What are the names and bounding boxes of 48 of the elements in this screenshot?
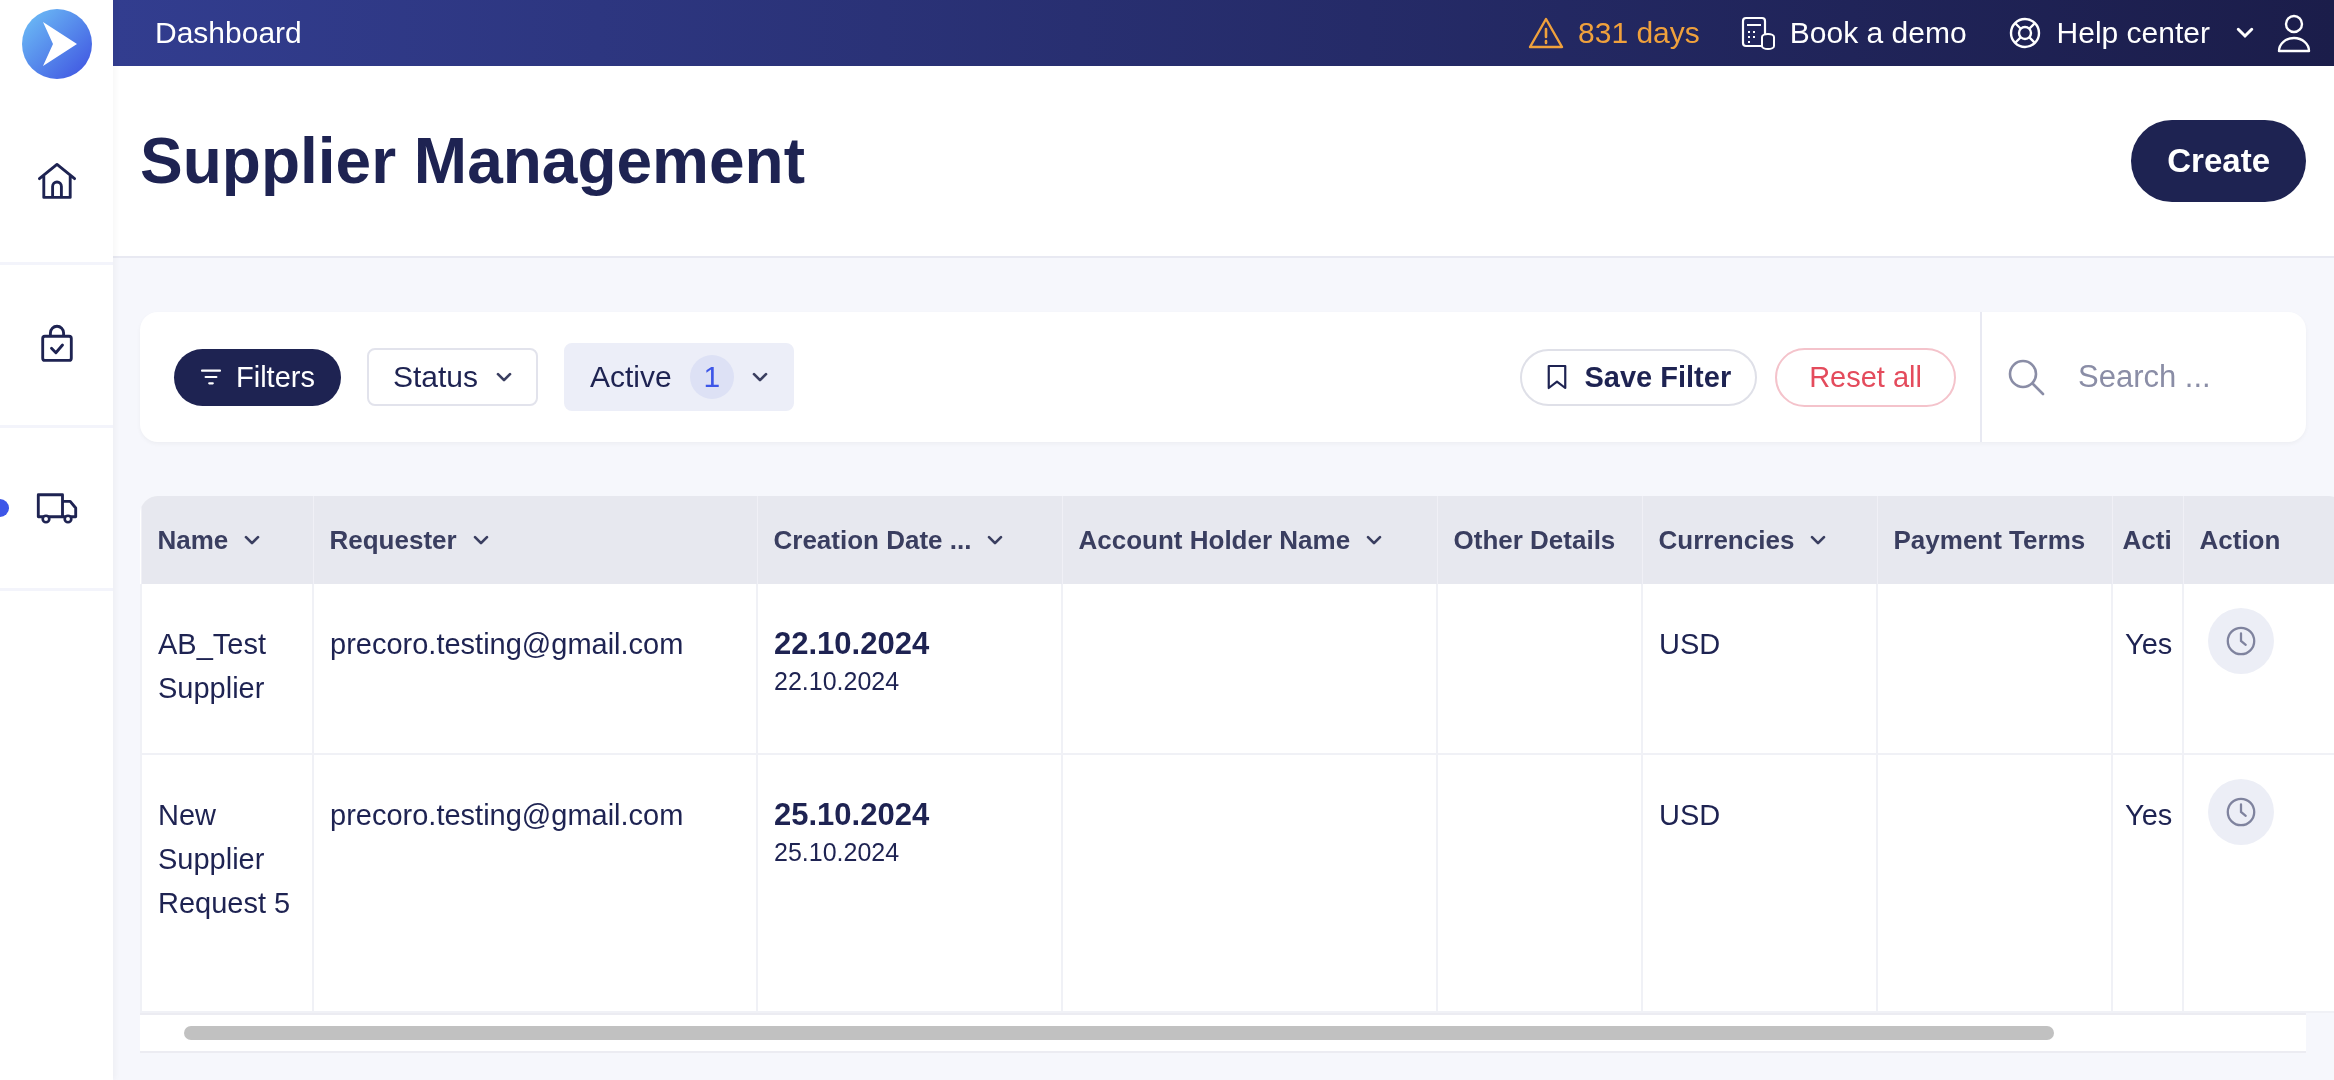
trial-days-label: 831 days — [1578, 16, 1700, 50]
create-button[interactable]: Create — [2131, 120, 2306, 202]
column-header: Action — [2199, 524, 2281, 556]
demo-link[interactable]: Book a demo — [1739, 15, 1967, 51]
table-cell: USD — [1659, 799, 1721, 831]
clock-icon — [2224, 795, 2258, 829]
save-filter-button[interactable]: Save Filter — [1520, 348, 1758, 406]
table-cell: AB_Test Supplier — [158, 628, 266, 704]
caret-icon — [472, 534, 489, 546]
reset-all-button[interactable]: Reset all — [1775, 347, 1956, 407]
bookmark-icon — [1546, 363, 1569, 391]
table-cell: precoro.testing@gmail.com — [330, 628, 684, 660]
chevron-icon[interactable] — [2236, 27, 2254, 39]
logo-icon[interactable] — [20, 8, 93, 80]
table-cell: Yes — [2125, 628, 2173, 660]
caret-icon — [1810, 534, 1827, 546]
warning-icon — [1528, 16, 1565, 50]
table-cell: precoro.testing@gmail.com — [330, 799, 684, 831]
calculator-icon — [1739, 15, 1776, 51]
filter-icon — [200, 368, 222, 386]
search-field[interactable]: Search ... — [2076, 358, 2280, 396]
caret-icon — [244, 534, 261, 546]
table-cell-text: 25.10.2024 — [774, 837, 901, 867]
column-header[interactable]: Requester — [329, 524, 489, 556]
filter-dropdown[interactable]: Status — [366, 348, 538, 406]
table-cell-text: 22.10.2024 — [774, 625, 931, 663]
caret-icon — [1366, 534, 1383, 546]
caret-icon — [987, 534, 1004, 546]
search-icon — [2006, 357, 2046, 397]
caret-icon — [496, 371, 512, 383]
caret-icon — [751, 371, 768, 383]
clock-icon — [2224, 624, 2258, 658]
column-header: Payment Terms — [1893, 524, 2086, 556]
table-cell-text: 22.10.2024 — [774, 666, 901, 696]
table-cell: New Supplier Request 5 — [158, 799, 291, 919]
table-cell: USD — [1659, 628, 1721, 660]
help-link[interactable]: Help center — [2006, 15, 2210, 51]
filter-dropdown[interactable]: Active 1 — [564, 343, 794, 411]
user-icon[interactable] — [2276, 13, 2312, 53]
filters-button[interactable]: Filters — [174, 348, 341, 406]
scrollbar-thumb[interactable] — [184, 1026, 2054, 1040]
breadcrumb-title[interactable]: Dashboard — [155, 16, 1489, 50]
table-cell-text: 25.10.2024 — [774, 796, 931, 834]
count-badge: 1 — [689, 355, 734, 399]
table-cell: Yes — [2125, 799, 2173, 831]
page-title: Supplier Management — [140, 124, 805, 198]
column-header: Acti — [2122, 524, 2172, 556]
column-header: Other Details — [1453, 524, 1616, 556]
